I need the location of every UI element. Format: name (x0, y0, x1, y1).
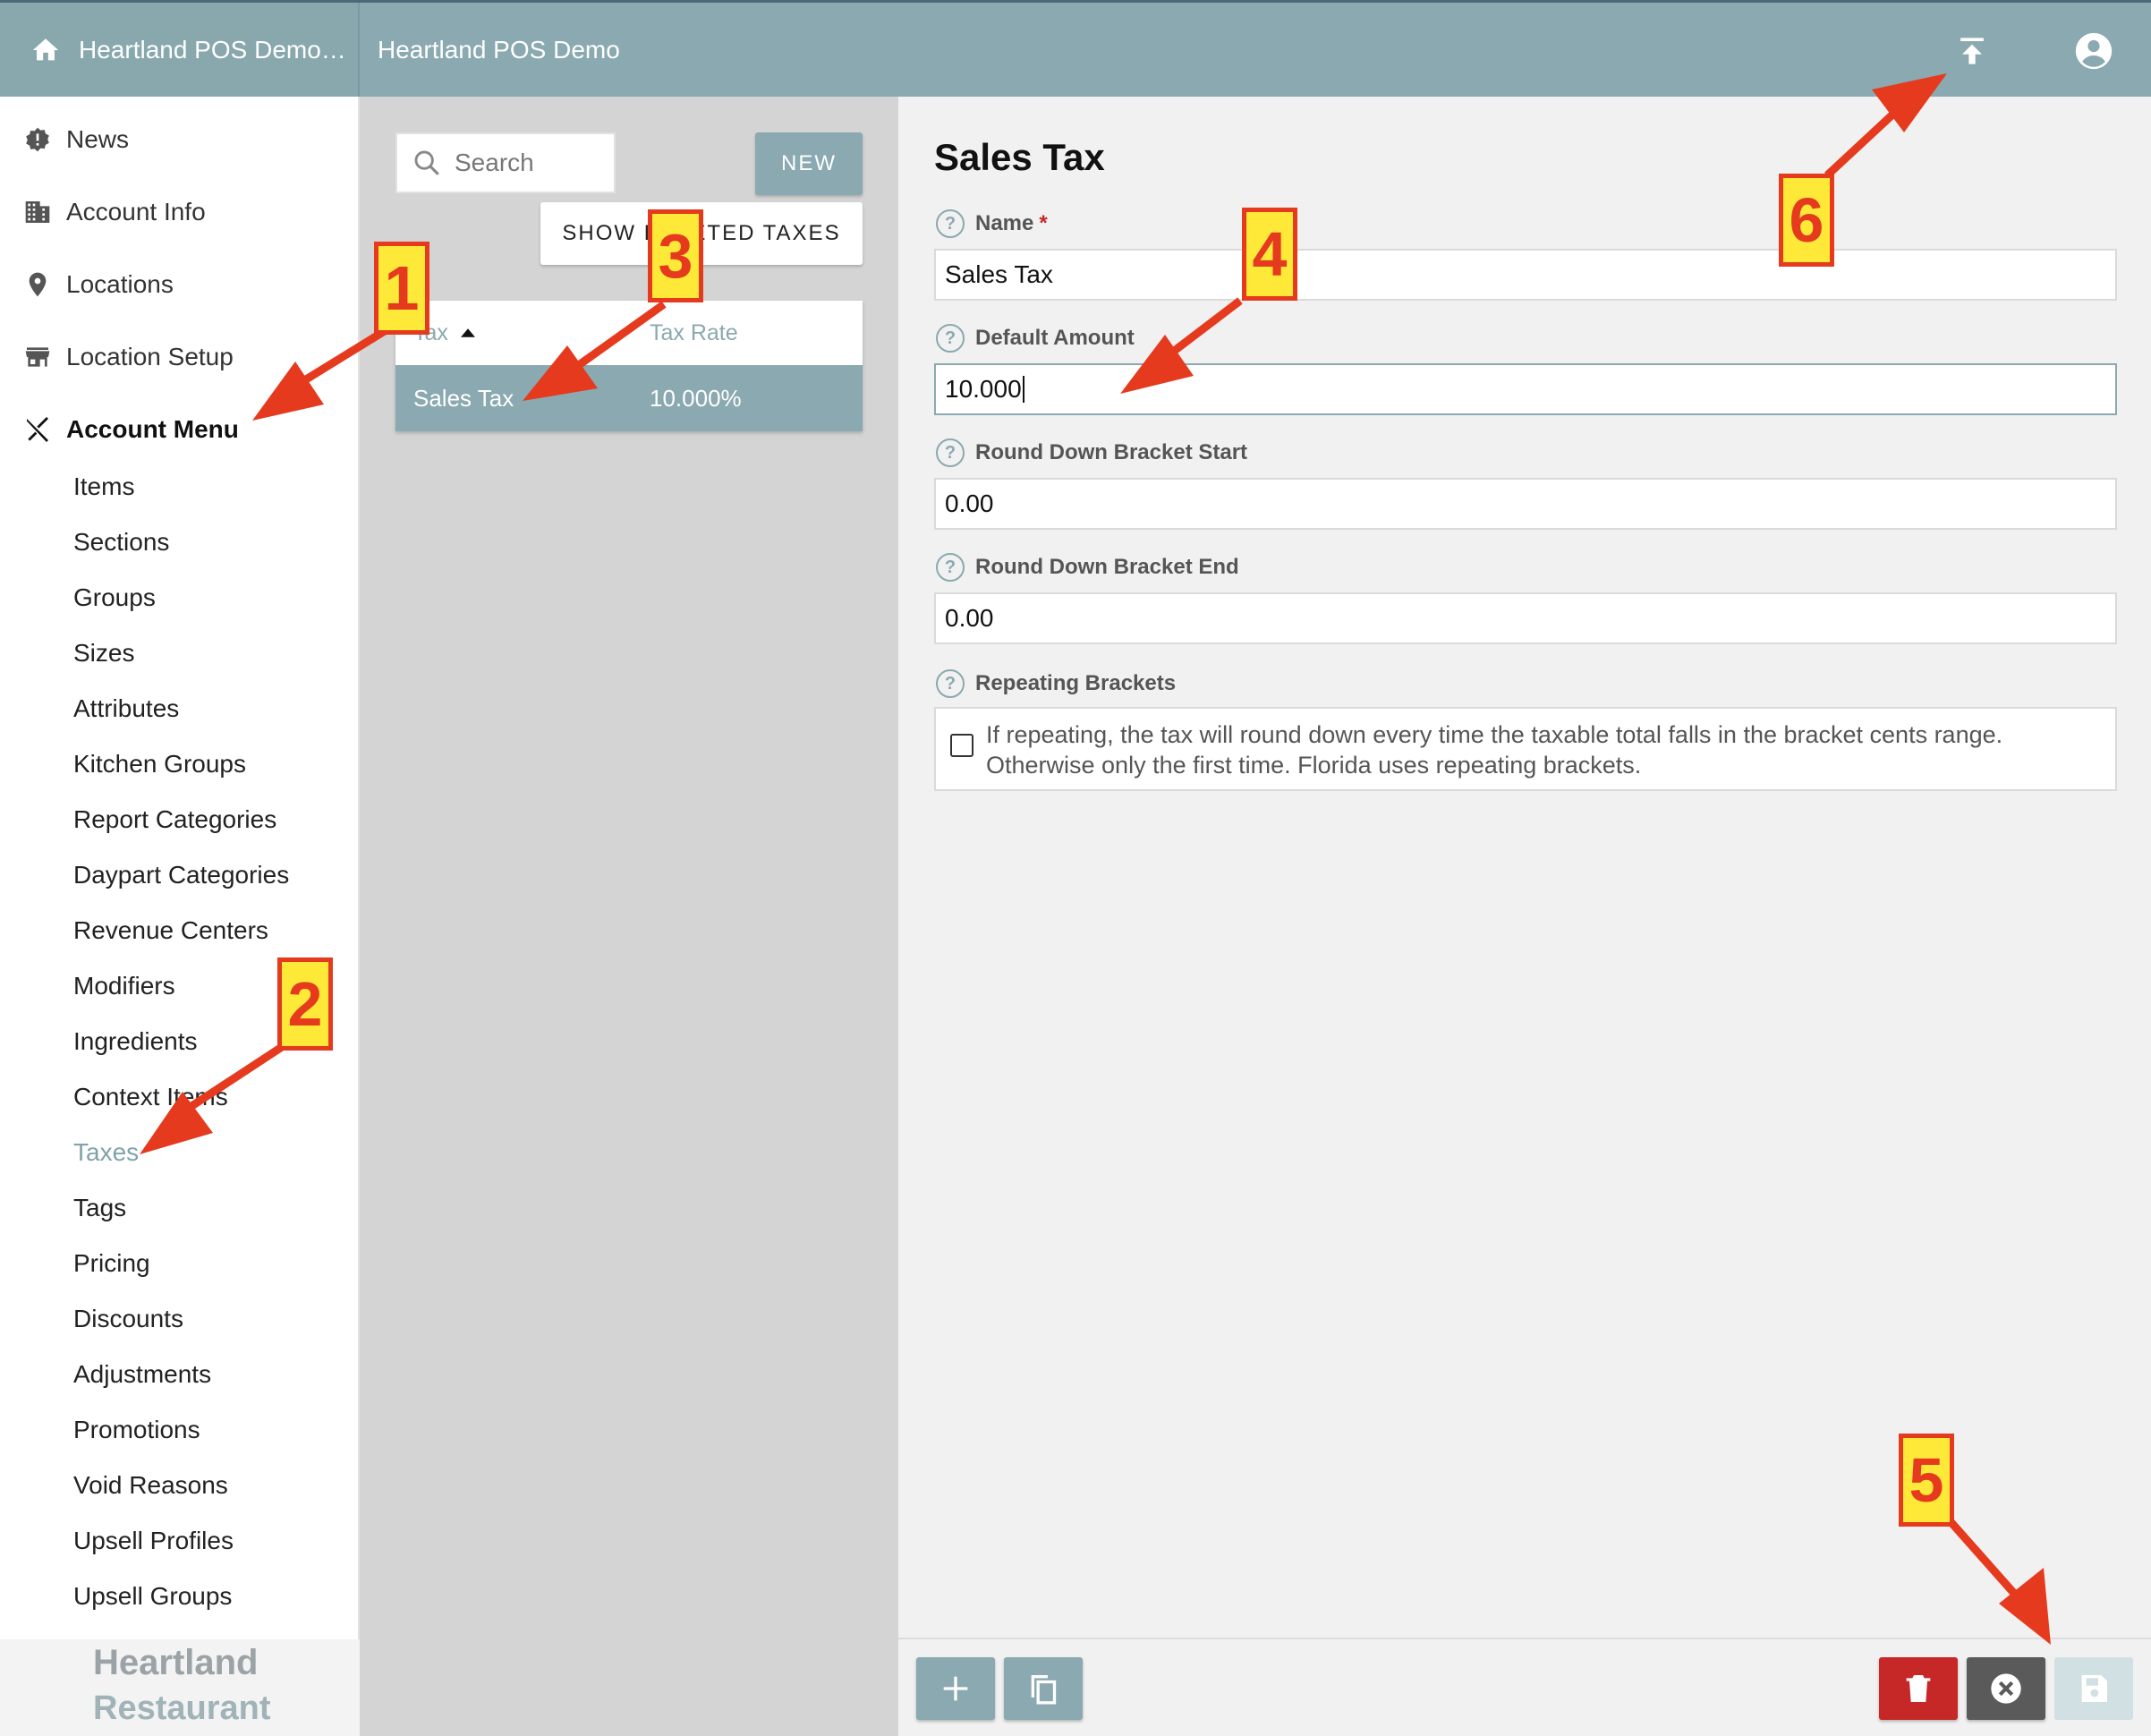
round-end-label-text: Round Down Bracket End (975, 555, 1239, 579)
sidebar-item-items[interactable]: Items (73, 472, 134, 501)
help-icon[interactable]: ? (936, 669, 965, 698)
sidebar-item-adjustments[interactable]: Adjustments (73, 1360, 211, 1389)
default-amount-label: ? Default Amount (936, 324, 1135, 353)
sidebar-section-account-menu[interactable]: Account Menu (0, 403, 360, 456)
sidebar-item-label: Locations (66, 270, 174, 298)
default-amount-label-text: Default Amount (975, 326, 1135, 350)
row-tax-rate: 10.000% (650, 385, 742, 412)
detail-title: Sales Tax (934, 136, 1105, 178)
row-tax-name: Sales Tax (413, 385, 514, 412)
callout-2: 2 (277, 957, 333, 1051)
copy-icon (1031, 1675, 1057, 1705)
sidebar-item-upsell-profiles[interactable]: Upsell Profiles (73, 1527, 234, 1555)
round-start-field[interactable]: 0.00 (934, 478, 2117, 530)
repeating-brackets-option: If repeating, the tax will round down ev… (934, 707, 2117, 791)
search-icon (414, 150, 439, 175)
sidebar-item-groups[interactable]: Groups (73, 583, 156, 612)
sidebar-item-locations[interactable]: Locations (0, 258, 360, 311)
sidebar-item-news[interactable]: News (0, 113, 360, 166)
repeating-brackets-checkbox[interactable] (950, 734, 973, 757)
sidebar-item-report-categories[interactable]: Report Categories (73, 805, 276, 834)
round-start-label-text: Round Down Bracket Start (975, 440, 1248, 464)
required-marker: * (1039, 211, 1048, 235)
callout-1: 1 (374, 242, 429, 335)
copy-button[interactable] (1004, 1657, 1083, 1720)
add-icon (943, 1676, 968, 1701)
location-pin-icon (29, 272, 47, 297)
default-amount-field[interactable]: 10.000 (934, 363, 2117, 415)
sidebar-item-attributes[interactable]: Attributes (73, 694, 179, 723)
brand-logo-line2: Restaurant (93, 1689, 271, 1727)
sidebar-item-modifiers[interactable]: Modifiers (73, 972, 175, 1000)
sidebar-item-account-info[interactable]: Account Info (0, 185, 360, 239)
round-end-field[interactable]: 0.00 (934, 592, 2117, 644)
sidebar-item-sections[interactable]: Sections (73, 528, 169, 557)
page-title: Heartland POS Demo (378, 35, 620, 64)
sidebar-item-tags[interactable]: Tags (73, 1194, 126, 1222)
tax-detail-pane: Sales Tax ? Name * Sales Tax ? Default A… (898, 97, 2151, 1736)
action-footer (898, 1638, 2151, 1736)
sidebar-item-promotions[interactable]: Promotions (73, 1416, 200, 1444)
help-icon[interactable]: ? (936, 324, 965, 353)
sidebar-item-label: News (66, 125, 130, 153)
tax-table: Tax Tax Rate Sales Tax 10.000% (395, 301, 863, 431)
utensils-icon (27, 417, 48, 442)
sidebar-item-label: Location Setup (66, 343, 234, 370)
repeating-label-text: Repeating Brackets (975, 671, 1177, 695)
name-field[interactable]: Sales Tax (934, 249, 2117, 301)
sidebar-item-taxes[interactable]: Taxes (73, 1138, 139, 1167)
sidebar-item-discounts[interactable]: Discounts (73, 1305, 183, 1333)
sidebar-item-label: Account Info (66, 198, 206, 226)
column-header-tax-rate[interactable]: Tax Rate (650, 301, 738, 365)
sidebar-item-location-setup[interactable]: Location Setup (0, 330, 360, 384)
sidebar-item-sizes[interactable]: Sizes (73, 639, 134, 668)
search-input[interactable]: Search (395, 132, 616, 193)
org-switcher[interactable]: Heartland POS Demo… (0, 3, 360, 97)
home-icon (32, 38, 59, 60)
sort-ascending-icon (460, 328, 475, 337)
org-label: Heartland POS Demo… (79, 35, 346, 64)
store-icon (25, 347, 50, 367)
name-label: ? Name * (936, 209, 1048, 238)
name-label-text: Name (975, 211, 1034, 235)
repeating-brackets-description: If repeating, the tax will round down ev… (986, 721, 2003, 779)
building-icon (25, 201, 50, 223)
round-start-label: ? Round Down Bracket Start (936, 438, 1247, 467)
callout-3: 3 (648, 209, 703, 302)
callout-4: 4 (1242, 208, 1297, 301)
brand-logo-line1: Heartland (93, 1643, 259, 1682)
sidebar-section-label: Account Menu (66, 415, 239, 443)
save-button[interactable] (2054, 1657, 2133, 1720)
search-placeholder: Search (455, 149, 534, 176)
cancel-icon (1991, 1673, 2021, 1704)
sidebar-item-daypart-categories[interactable]: Daypart Categories (73, 861, 289, 889)
help-icon[interactable]: ? (936, 553, 965, 582)
new-button[interactable]: NEW (755, 132, 863, 195)
sidebar-item-revenue-centers[interactable]: Revenue Centers (73, 916, 268, 945)
callout-6: 6 (1779, 174, 1834, 267)
help-icon[interactable]: ? (936, 209, 965, 238)
text-cursor (1022, 376, 1024, 403)
sidebar-item-context-items[interactable]: Context Items (73, 1083, 228, 1111)
sidebar-item-pricing[interactable]: Pricing (73, 1249, 150, 1278)
callout-5: 5 (1899, 1434, 1954, 1527)
publish-icon[interactable] (1952, 31, 1992, 71)
sidebar-item-kitchen-groups[interactable]: Kitchen Groups (73, 750, 246, 779)
top-bar: Heartland POS Demo… Heartland POS Demo (0, 0, 2151, 97)
help-icon[interactable]: ? (936, 438, 965, 467)
sidebar-item-void-reasons[interactable]: Void Reasons (73, 1471, 228, 1500)
default-amount-value: 10.000 (945, 375, 1022, 403)
delete-button[interactable] (1879, 1657, 1958, 1720)
sidebar-item-ingredients[interactable]: Ingredients (73, 1027, 198, 1056)
news-icon (26, 127, 49, 152)
repeating-label: ? Repeating Brackets (936, 669, 1176, 698)
round-end-label: ? Round Down Bracket End (936, 553, 1239, 582)
account-icon[interactable] (2074, 31, 2113, 71)
cancel-button[interactable] (1967, 1657, 2045, 1720)
save-icon (2081, 1675, 2107, 1702)
trash-icon (1906, 1675, 1931, 1702)
table-row[interactable]: Sales Tax 10.000% (395, 365, 863, 431)
sidebar-item-upsell-groups[interactable]: Upsell Groups (73, 1582, 232, 1611)
add-button[interactable] (916, 1657, 995, 1720)
